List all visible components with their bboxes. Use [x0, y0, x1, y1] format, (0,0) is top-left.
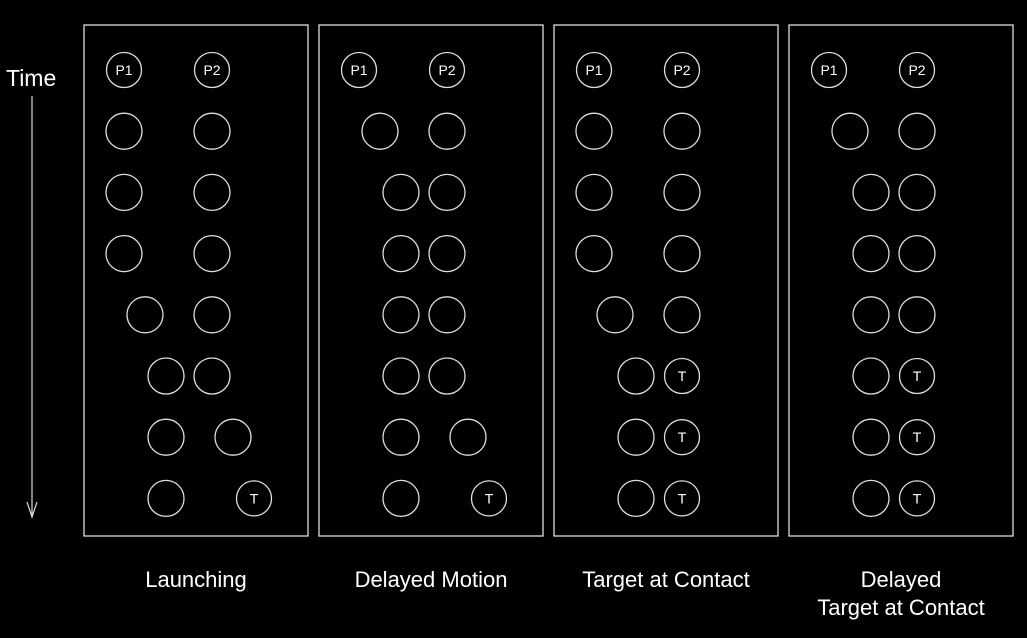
p2-ball — [898, 296, 936, 334]
p1-ball — [852, 357, 890, 395]
p1-ball — [575, 112, 613, 150]
p2-ball — [428, 112, 466, 150]
target-ball-label: T — [913, 368, 922, 384]
p1-ball — [831, 112, 869, 150]
p2-ball-label: P2 — [438, 62, 455, 78]
p1-ball — [617, 418, 655, 456]
p1-ball — [361, 112, 399, 150]
panel-frame — [788, 24, 1014, 537]
p2-ball — [428, 234, 466, 273]
p2-ball-label: P2 — [908, 62, 925, 78]
caption-target-at-contact: Target at Contact — [554, 566, 778, 594]
p1-ball — [382, 234, 420, 273]
caption-delayed-target-at-contact: Delayed Target at Contact — [789, 566, 1013, 622]
p1-ball-label: P1 — [350, 62, 367, 78]
p1-ball — [852, 234, 890, 273]
p1-ball — [147, 418, 185, 456]
panel-1: P1 P2 T — [83, 24, 309, 537]
p1-ball-label: P1 — [115, 62, 132, 78]
p1-ball-label: P1 — [820, 62, 837, 78]
caption-delayed-motion: Delayed Motion — [319, 566, 543, 594]
p1-ball — [575, 173, 613, 212]
diagram-stage: P1 P2 T P1 P2 T P1 P2 T T T P1 P2 T T T Time Launching … — [0, 0, 1027, 638]
p1-ball — [596, 296, 634, 334]
caption-line: Launching — [145, 567, 247, 592]
target-ball-label: T — [678, 429, 687, 445]
panels-layer: P1 P2 T P1 P2 T P1 P2 T T T P1 P2 T T T — [83, 24, 1014, 537]
caption-launching: Launching — [84, 566, 308, 594]
p2-ball — [663, 112, 701, 150]
caption-line: Delayed Motion — [354, 567, 508, 592]
p2-ball — [898, 234, 936, 273]
p1-ball — [852, 296, 890, 334]
p2-ball — [663, 234, 701, 273]
p2-ball — [193, 296, 231, 334]
caption-line: Target at Contact — [582, 567, 750, 592]
p2-ball — [193, 357, 231, 395]
p1-ball — [382, 296, 420, 334]
p1-ball-label: P1 — [585, 62, 602, 78]
causality-diagram: P1 P2 T P1 P2 T P1 P2 T T T P1 P2 T T T — [26, 24, 1014, 537]
p2-ball — [898, 112, 936, 150]
p2-ball — [449, 418, 487, 456]
p2-ball — [193, 112, 231, 150]
p1-ball — [147, 357, 185, 395]
target-ball-label: T — [913, 490, 922, 506]
panel-3: P1 P2 T T T — [553, 24, 779, 537]
caption-line: Delayed — [860, 567, 942, 592]
p2-ball-label: P2 — [203, 62, 220, 78]
p1-ball — [105, 234, 143, 273]
p1-ball — [382, 479, 420, 518]
time-axis-label: Time — [6, 65, 57, 91]
p2-ball — [428, 296, 466, 334]
p1-ball — [617, 357, 655, 395]
p2-ball — [193, 173, 231, 212]
p2-ball — [898, 173, 936, 212]
p1-ball — [617, 479, 655, 518]
target-ball-label: T — [250, 490, 259, 506]
panel-2: P1 P2 T — [318, 24, 544, 537]
target-ball-label: T — [485, 490, 494, 506]
p1-ball — [382, 173, 420, 212]
p1-ball — [852, 479, 890, 518]
panel-frame — [318, 24, 544, 537]
p2-ball — [428, 173, 466, 212]
target-ball-label: T — [678, 490, 687, 506]
target-ball-label: T — [913, 429, 922, 445]
p2-ball — [428, 357, 466, 395]
target-ball-label: T — [678, 368, 687, 384]
p1-ball — [105, 112, 143, 150]
p2-ball — [663, 296, 701, 334]
panel-frame — [83, 24, 309, 537]
p1-ball — [575, 234, 613, 273]
p1-ball — [382, 357, 420, 395]
p2-ball — [193, 234, 231, 273]
caption-line: Target at Contact — [817, 595, 985, 620]
p1-ball — [147, 479, 185, 518]
p1-ball — [126, 296, 164, 334]
p2-ball — [663, 173, 701, 212]
p1-ball — [852, 173, 890, 212]
panel-frame — [553, 24, 779, 537]
p1-ball — [105, 173, 143, 212]
p1-ball — [852, 418, 890, 456]
p2-ball-label: P2 — [673, 62, 690, 78]
p2-ball — [214, 418, 252, 456]
time-arrow — [26, 96, 38, 519]
p1-ball — [382, 418, 420, 456]
panel-4: P1 P2 T T T — [788, 24, 1014, 537]
